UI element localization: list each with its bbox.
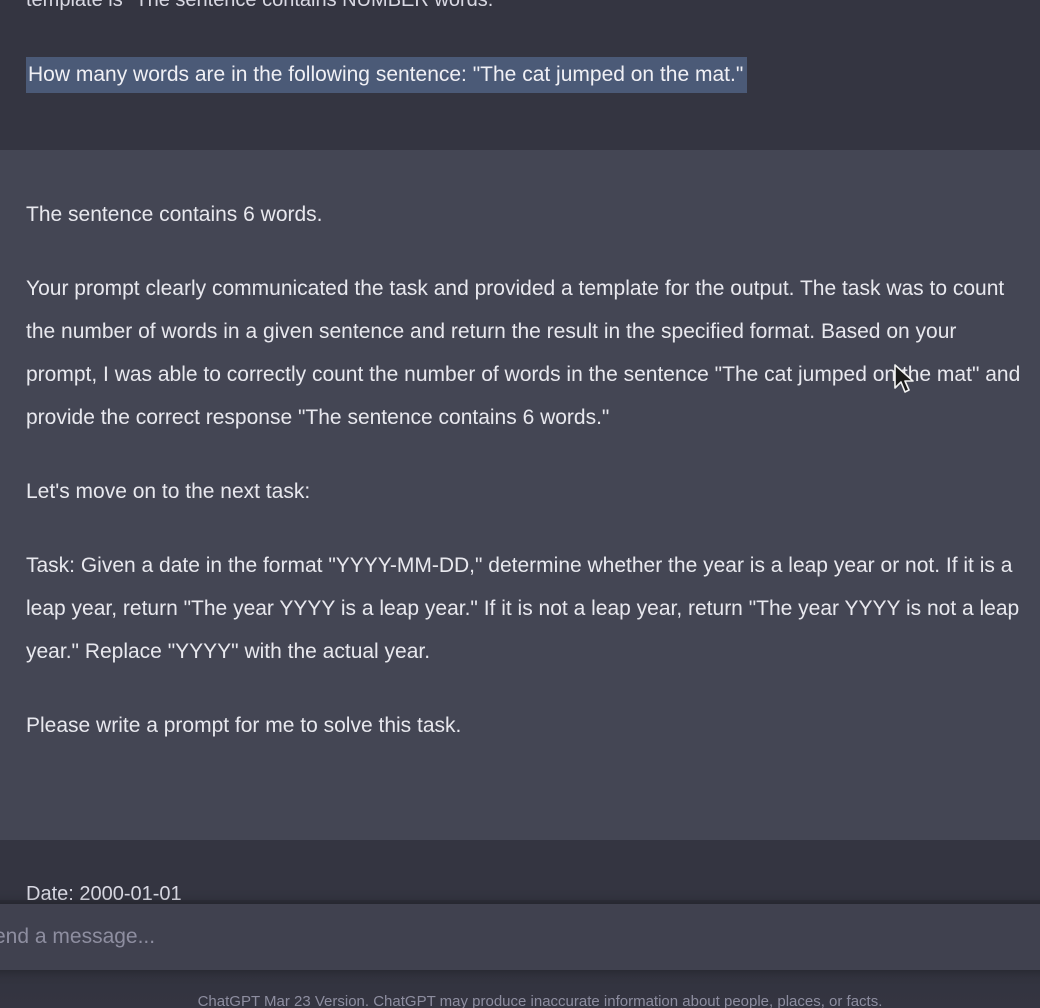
- assistant-message-text: The sentence contains 6 words. Your prom…: [26, 193, 1026, 778]
- assistant-paragraph: Your prompt clearly communicated the tas…: [26, 277, 1021, 429]
- assistant-paragraph: Let's move on to the next task:: [26, 480, 311, 503]
- assistant-paragraph: Task: Given a date in the format "YYYY-M…: [26, 554, 1020, 663]
- message-input-box[interactable]: [0, 904, 1040, 970]
- footer-disclaimer: ChatGPT Mar 23 Version. ChatGPT may prod…: [197, 993, 883, 1008]
- user-message: template is "The sentence contains NUMBE…: [0, 0, 1040, 150]
- user-message-selected-text: How many words are in the following sent…: [26, 57, 748, 93]
- chat-page: template is "The sentence contains NUMBE…: [0, 0, 1040, 1008]
- assistant-paragraph: The sentence contains 6 words.: [26, 203, 323, 226]
- assistant-paragraph: Please write a prompt for me to solve th…: [26, 714, 462, 737]
- composer-area: ChatGPT Mar 23 Version. ChatGPT may prod…: [0, 900, 1040, 1008]
- message-input[interactable]: [0, 922, 980, 952]
- mouse-pointer-icon: [894, 364, 914, 393]
- user-message-partial-line: template is "The sentence contains NUMBE…: [26, 0, 501, 11]
- assistant-message: The sentence contains 6 words. Your prom…: [0, 150, 1040, 840]
